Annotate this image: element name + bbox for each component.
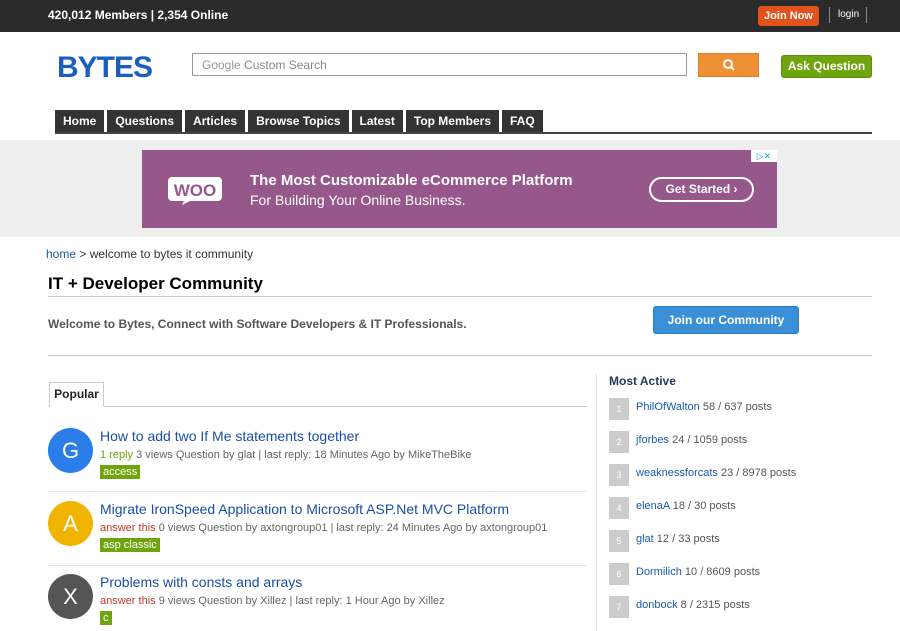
most-active-row: 7 donbock 8 / 2315 posts — [609, 596, 871, 618]
svg-text:WOO: WOO — [174, 181, 217, 200]
question-meta: answer this 9 views Question by Xillez |… — [100, 595, 445, 607]
divider — [48, 355, 872, 356]
nav-latest[interactable]: Latest — [351, 110, 403, 132]
question-meta: answer this 0 views Question by axtongro… — [100, 522, 547, 534]
get-started-button[interactable]: Get Started › — [649, 177, 754, 202]
rank-badge: 6 — [609, 563, 629, 585]
post-count: 12 / 33 posts — [653, 533, 720, 545]
page-title: IT + Developer Community — [48, 274, 263, 293]
member-link[interactable]: glat — [636, 533, 654, 545]
rank-badge: 5 — [609, 530, 629, 552]
post-count: 18 / 30 posts — [669, 500, 736, 512]
member-link[interactable]: PhilOfWalton — [636, 401, 700, 413]
breadcrumb-home[interactable]: home — [46, 247, 76, 261]
search-input[interactable]: Google Custom Search — [192, 53, 687, 76]
separator — [829, 7, 830, 23]
rank-badge: 4 — [609, 497, 629, 519]
nav-questions[interactable]: Questions — [107, 110, 183, 132]
most-active-row: 6 Dormilich 10 / 8609 posts — [609, 563, 871, 585]
get-started-label: Get Started — [665, 182, 731, 196]
breadcrumb-current: welcome to bytes it community — [89, 247, 254, 261]
join-now-button[interactable]: Join Now — [758, 6, 819, 26]
question-meta: 1 reply 3 views Question by glat | last … — [100, 449, 472, 461]
chevron-right-icon: › — [733, 182, 738, 196]
member-link[interactable]: jforbes — [636, 434, 669, 446]
ad-choices-icon[interactable]: ▷✕ — [751, 150, 777, 162]
avatar[interactable]: X — [48, 574, 93, 619]
most-active-row: 3 weaknessforcats 23 / 8978 posts — [609, 464, 871, 486]
answer-link[interactable]: answer this — [100, 595, 156, 607]
column-divider — [596, 374, 597, 631]
rank-badge: 2 — [609, 431, 629, 453]
question-info: 9 views Question by Xillez | last reply:… — [155, 595, 445, 607]
breadcrumb-separator: > — [76, 247, 90, 261]
rank-badge: 1 — [609, 398, 629, 420]
tag[interactable]: c — [100, 611, 112, 625]
separator — [866, 7, 867, 23]
search-placeholder: Custom Search — [244, 58, 327, 72]
member-link[interactable]: Dormilich — [636, 566, 682, 578]
divider — [48, 565, 587, 566]
google-label: Google — [202, 58, 241, 72]
member-link[interactable]: weaknessforcats — [636, 467, 718, 479]
ad-banner[interactable]: WOO The Most Customizable eCommerce Plat… — [142, 150, 777, 228]
search-icon — [723, 59, 735, 71]
tag[interactable]: asp classic — [100, 538, 160, 552]
post-count: 23 / 8978 posts — [717, 467, 797, 479]
rank-badge: 7 — [609, 596, 629, 618]
ad-subline: For Building Your Online Business. — [250, 192, 466, 208]
question-info: 3 views Question by glat | last reply: 1… — [133, 449, 472, 461]
join-community-button[interactable]: Join our Community — [653, 306, 799, 334]
tag[interactable]: access — [100, 465, 141, 479]
member-stats: 420,012 Members | 2,354 Online — [48, 8, 229, 22]
question-title[interactable]: Migrate IronSpeed Application to Microso… — [100, 501, 509, 517]
post-count: 58 / 637 posts — [699, 401, 772, 413]
svg-text:BYTES: BYTES — [57, 52, 152, 80]
post-count: 8 / 2315 posts — [677, 599, 750, 611]
tab-underline — [48, 406, 587, 407]
most-active-row: 1 PhilOfWalton 58 / 637 posts — [609, 398, 871, 420]
most-active-row: 2 jforbes 24 / 1059 posts — [609, 431, 871, 453]
nav-underline — [55, 132, 872, 134]
search-button[interactable] — [698, 53, 759, 77]
post-count: 10 / 8609 posts — [681, 566, 761, 578]
most-active-heading: Most Active — [609, 374, 676, 388]
login-link[interactable]: login — [838, 9, 859, 20]
question-info: 0 views Question by axtongroup01 | last … — [155, 522, 548, 534]
question-title[interactable]: How to add two If Me statements together — [100, 428, 359, 444]
member-link[interactable]: donbock — [636, 599, 678, 611]
member-link[interactable]: elenaA — [636, 500, 670, 512]
rank-badge: 3 — [609, 464, 629, 486]
nav-faq[interactable]: FAQ — [502, 110, 543, 132]
nav-top-members[interactable]: Top Members — [405, 110, 499, 132]
avatar[interactable]: A — [48, 501, 93, 546]
question-title[interactable]: Problems with consts and arrays — [100, 574, 302, 590]
woo-logo: WOO — [168, 177, 222, 205]
most-active-row: 4 elenaA 18 / 30 posts — [609, 497, 871, 519]
divider — [48, 296, 872, 297]
ask-question-button[interactable]: Ask Question — [781, 55, 872, 78]
post-count: 24 / 1059 posts — [669, 434, 748, 446]
welcome-text: Welcome to Bytes, Connect with Software … — [48, 317, 467, 331]
most-active-row: 5 glat 12 / 33 posts — [609, 530, 871, 552]
ad-headline: The Most Customizable eCommerce Platform — [250, 172, 573, 189]
reply-link[interactable]: 1 reply — [100, 449, 133, 461]
divider — [48, 491, 587, 492]
avatar[interactable]: G — [48, 428, 93, 473]
nav-browse-topics[interactable]: Browse Topics — [248, 110, 349, 132]
top-bar: 420,012 Members | 2,354 Online Join Now … — [0, 0, 900, 32]
answer-link[interactable]: answer this — [100, 522, 156, 534]
breadcrumb: home > welcome to bytes it community — [46, 247, 253, 261]
nav-home[interactable]: Home — [55, 110, 105, 132]
nav-articles[interactable]: Articles — [185, 110, 246, 132]
tab-popular[interactable]: Popular — [49, 382, 104, 407]
bytes-logo[interactable]: BYTES — [57, 52, 153, 80]
main-nav: Home Questions Articles Browse Topics La… — [55, 110, 543, 132]
